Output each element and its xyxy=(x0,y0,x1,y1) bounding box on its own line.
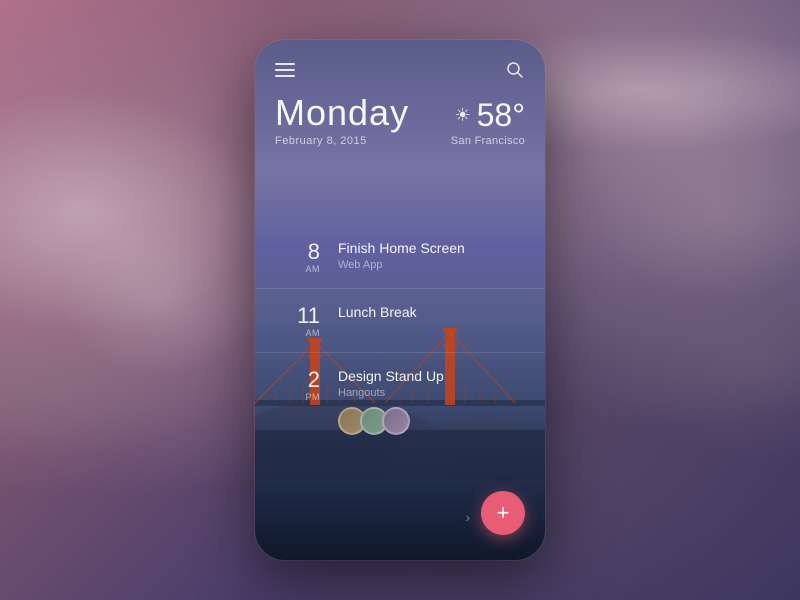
event-ampm-2: AM xyxy=(306,328,321,338)
event-hour-2: 11 xyxy=(297,305,320,327)
event-subtitle-3: Hangouts xyxy=(338,387,525,399)
event-item-3[interactable]: 2 PM Design Stand Up Hangouts xyxy=(255,352,545,449)
event-details-2: Lunch Break xyxy=(338,303,525,321)
weather-location: San Francisco xyxy=(451,135,525,147)
plus-icon: + xyxy=(497,502,510,524)
event-hour-3: 2 xyxy=(308,369,320,391)
date-block: Monday February 8, 2015 xyxy=(275,95,409,147)
sun-icon: ☀ xyxy=(454,105,470,126)
time-block-2: 11 AM xyxy=(275,303,320,338)
temperature: 58° xyxy=(477,99,525,131)
event-ampm-3: PM xyxy=(306,392,321,402)
time-block-1: 8 AM xyxy=(275,239,320,274)
menu-line-2 xyxy=(275,69,295,71)
event-title-3: Design Stand Up xyxy=(338,367,525,385)
event-details-3: Design Stand Up Hangouts xyxy=(338,367,525,435)
avatar-3 xyxy=(382,407,410,435)
event-hour-1: 8 xyxy=(308,241,320,263)
weather-block: ☀ 58° San Francisco xyxy=(451,99,525,147)
event-ampm-1: AM xyxy=(306,264,321,274)
weather-date-section: Monday February 8, 2015 ☀ 58° San Franci… xyxy=(255,95,545,147)
time-block-3: 2 PM xyxy=(275,367,320,402)
right-arrow-indicator: › xyxy=(465,509,470,525)
temperature-row: ☀ 58° xyxy=(454,99,525,131)
phone-wrapper: Monday February 8, 2015 ☀ 58° San Franci… xyxy=(255,40,545,560)
day-name: Monday xyxy=(275,95,409,131)
event-avatars-3 xyxy=(338,407,525,435)
menu-button[interactable] xyxy=(275,63,295,77)
menu-line-3 xyxy=(275,75,295,77)
phone-frame: Monday February 8, 2015 ☀ 58° San Franci… xyxy=(255,40,545,560)
event-item-1[interactable]: 8 AM Finish Home Screen Web App xyxy=(255,225,545,288)
search-button[interactable] xyxy=(505,60,525,80)
events-list: 8 AM Finish Home Screen Web App 11 AM Lu… xyxy=(255,225,545,449)
phone-header xyxy=(255,40,545,90)
event-title-1: Finish Home Screen xyxy=(338,239,525,257)
event-details-1: Finish Home Screen Web App xyxy=(338,239,525,271)
event-title-2: Lunch Break xyxy=(338,303,525,321)
event-subtitle-1: Web App xyxy=(338,259,525,271)
full-date: February 8, 2015 xyxy=(275,135,409,147)
event-item-2[interactable]: 11 AM Lunch Break xyxy=(255,288,545,352)
fab-add-button[interactable]: + xyxy=(481,491,525,535)
menu-line-1 xyxy=(275,63,295,65)
